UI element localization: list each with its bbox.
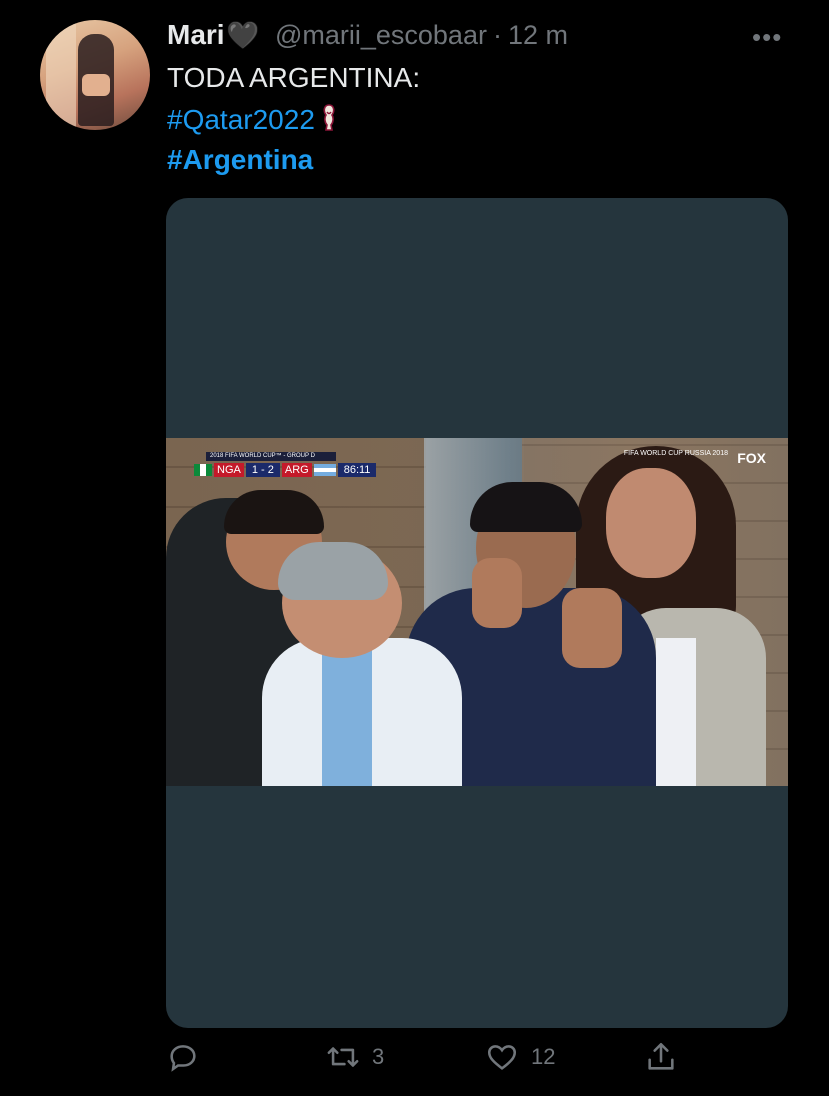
score: 1 - 2 (245, 463, 280, 477)
share-button[interactable] (644, 1040, 690, 1074)
author-name[interactable]: Mari (167, 19, 225, 51)
tweet-time[interactable]: 12 m (508, 20, 568, 51)
tweet-header: Mari 🖤 @marii_escobaar · 12 m (167, 18, 568, 52)
trophy-icon (323, 104, 335, 131)
avatar-skin (82, 74, 110, 96)
reply-button[interactable] (166, 1040, 212, 1074)
hashtag-argentina[interactable]: #Argentina (167, 144, 313, 176)
tweet-media[interactable]: 2018 FIFA WORLD CUP™ - GROUP D NGA 1 - 2… (166, 198, 788, 1028)
share-icon (648, 1042, 674, 1070)
more-icon[interactable]: ••• (752, 22, 782, 53)
scoreboard: 2018 FIFA WORLD CUP™ - GROUP D NGA 1 - 2… (194, 452, 404, 482)
tweet-text-line: TODA ARGENTINA: (167, 62, 421, 93)
fox-logo: FOX (737, 450, 766, 466)
match-clock: 86:11 (337, 463, 377, 477)
tweet-actions: 3 12 (0, 1040, 829, 1086)
author-handle[interactable]: @marii_escobaar (275, 20, 487, 51)
avatar[interactable] (40, 20, 150, 130)
scoreboard-header: 2018 FIFA WORLD CUP™ - GROUP D (206, 452, 336, 461)
like-count: 12 (531, 1044, 556, 1069)
retweet-button[interactable]: 3 (326, 1040, 384, 1074)
like-icon (487, 1045, 517, 1070)
argentina-flag-icon (313, 464, 336, 476)
retweet-icon (327, 1047, 359, 1067)
world-cup-logo: FIFA WORLD CUP RUSSIA 2018 (623, 450, 728, 457)
video-frame: 2018 FIFA WORLD CUP™ - GROUP D NGA 1 - 2… (166, 438, 788, 786)
team2: ARG (281, 463, 312, 477)
nigeria-flag-icon (194, 464, 212, 476)
avatar-mirror (46, 20, 76, 130)
hashtag-qatar2022[interactable]: #Qatar2022 (167, 104, 315, 135)
black-heart-emoji: 🖤 (226, 19, 259, 50)
hashtag-qatar-line: #Qatar2022 (167, 103, 337, 136)
reply-icon (170, 1045, 196, 1072)
separator-dot: · (492, 19, 502, 50)
like-button[interactable]: 12 (485, 1040, 555, 1074)
retweet-count: 3 (372, 1044, 385, 1069)
team1: NGA (214, 463, 244, 477)
